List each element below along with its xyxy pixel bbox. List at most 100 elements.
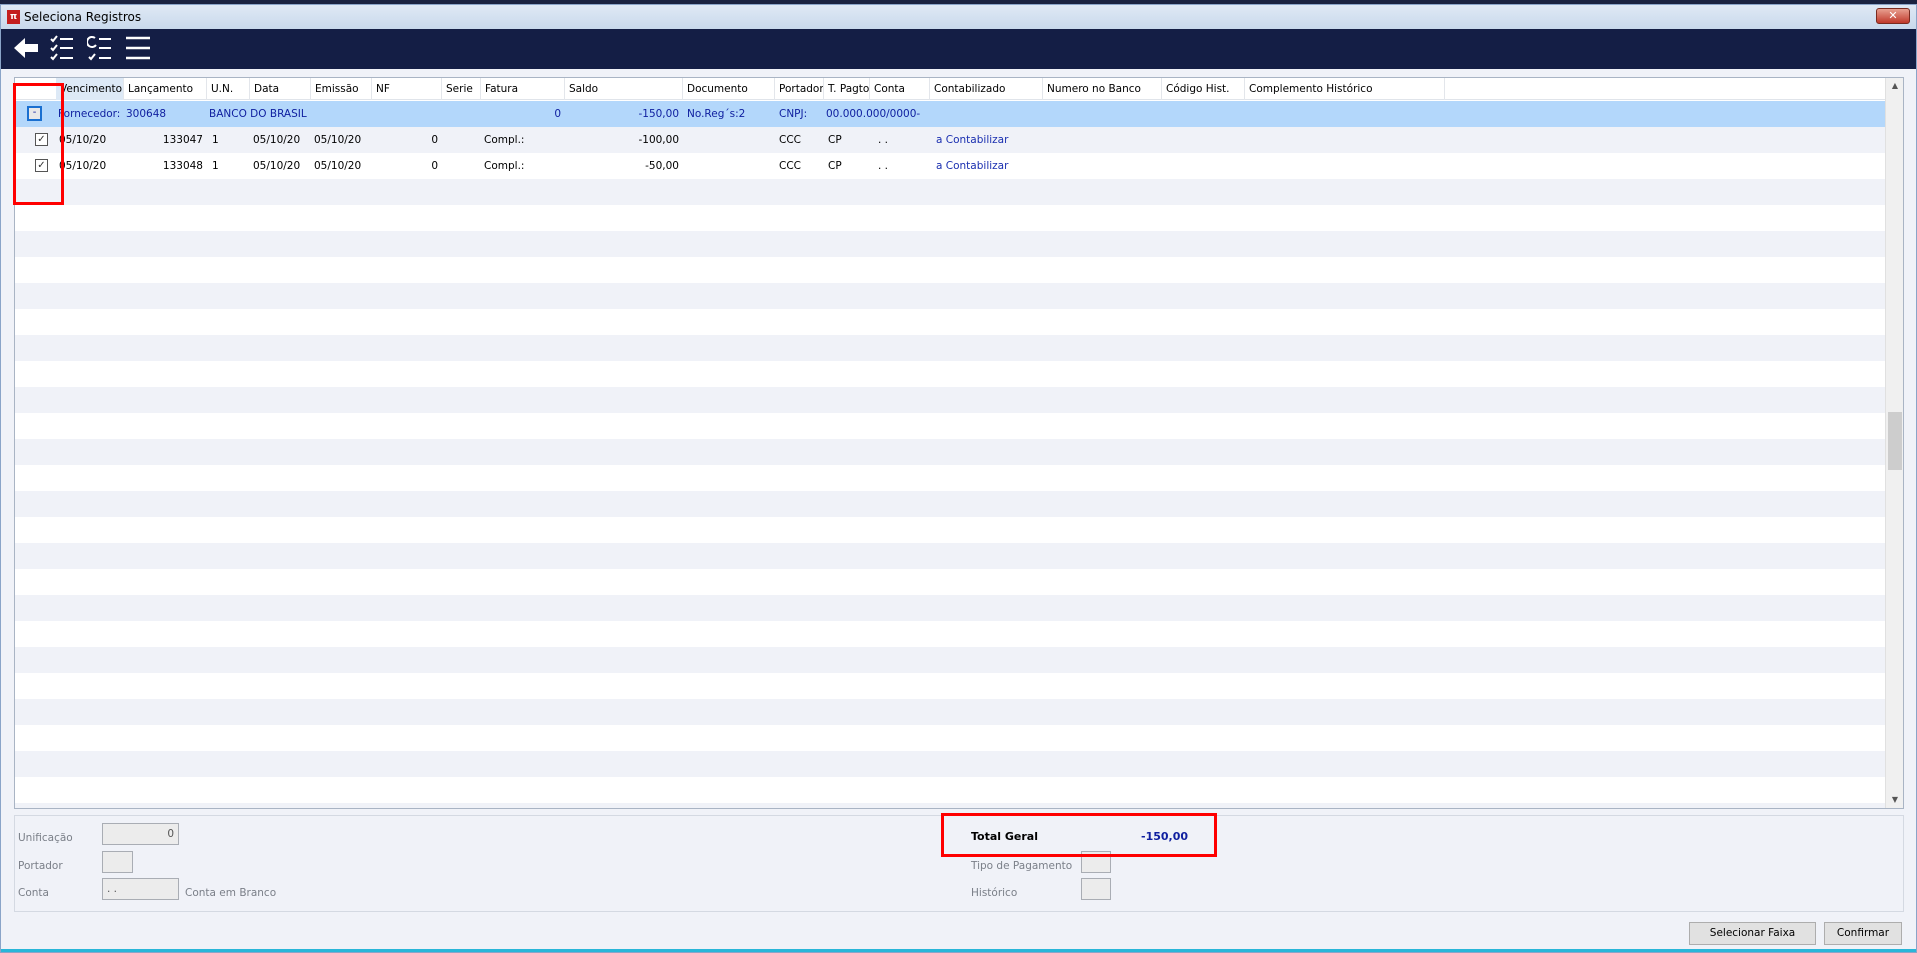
group-row[interactable]: - Fornecedor: 300648 BANCO DO BRASIL 0 -150,0… (15, 101, 1885, 127)
conta-input[interactable]: . . (102, 878, 179, 900)
empty-row (15, 725, 1885, 751)
row-checkbox[interactable]: ✓ (35, 159, 48, 172)
column-header[interactable]: Documento (683, 78, 775, 100)
grid-cell: a Contabilizar (936, 160, 1009, 172)
grid-cell: Compl.: (484, 160, 525, 172)
records-grid: Vencimento Lançamento U.N. Data Emissão NF Ser… (14, 77, 1904, 809)
vertical-scrollbar[interactable]: ▲ ▼ (1885, 78, 1903, 808)
column-header[interactable]: Conta (870, 78, 930, 100)
footer-panel (14, 815, 1904, 912)
confirmar-button[interactable]: Confirmar (1824, 922, 1902, 945)
empty-row (15, 361, 1885, 387)
empty-row (15, 803, 1885, 808)
column-header[interactable]: Código Hist. (1162, 78, 1245, 100)
collapse-group-toggle[interactable]: - (27, 106, 42, 121)
empty-row (15, 413, 1885, 439)
conta-em-branco-label: Conta em Branco (185, 887, 277, 899)
empty-row (15, 231, 1885, 257)
empty-row (15, 335, 1885, 361)
grid-cell: 05/10/20 (253, 134, 301, 146)
empty-row (15, 465, 1885, 491)
grid-cell: 1 (212, 134, 219, 146)
empty-row (15, 309, 1885, 335)
grid-cell: 05/10/20 (253, 160, 301, 172)
grid-cell: 00.000.000/0000- (826, 108, 921, 120)
column-header[interactable]: Complemento Histórico (1245, 78, 1445, 100)
empty-row (15, 595, 1885, 621)
grid-cell: CCC (779, 134, 801, 146)
scroll-thumb[interactable] (1888, 412, 1902, 470)
empty-row (15, 777, 1885, 803)
grid-cell: BANCO DO BRASIL (209, 108, 307, 120)
column-header[interactable]: Contabilizado (930, 78, 1043, 100)
unificacao-input[interactable]: 0 (102, 823, 179, 845)
title-bar: π Seleciona Registros ✕ (1, 5, 1916, 29)
toolbar (1, 29, 1916, 69)
tipo-pagamento-label: Tipo de Pagamento (971, 860, 1073, 872)
portador-input[interactable] (102, 851, 133, 873)
grid-cell: Compl.: (484, 134, 525, 146)
check-list-icon[interactable] (49, 33, 79, 63)
grid-cell: a Contabilizar (936, 134, 1009, 146)
column-header[interactable]: U.N. (207, 78, 250, 100)
close-button[interactable]: ✕ (1876, 8, 1910, 24)
back-icon[interactable] (11, 33, 41, 63)
grid-cell: No.Reg´s:2 (687, 108, 746, 120)
column-header[interactable]: Emissão (311, 78, 372, 100)
grid-cell: 0 (431, 134, 438, 146)
column-header[interactable]: Saldo (565, 78, 683, 100)
historico-label: Histórico (971, 887, 1018, 899)
empty-row (15, 673, 1885, 699)
scroll-up-icon[interactable]: ▲ (1886, 78, 1903, 94)
column-header[interactable]: T. Pagto (824, 78, 870, 100)
table-row[interactable]: ✓ 05/10/20 133047 1 05/10/20 05/10/20 0 Compl.:… (15, 127, 1885, 153)
column-header[interactable]: Data (250, 78, 311, 100)
empty-row (15, 179, 1885, 205)
grid-cell: 133047 (162, 134, 203, 146)
empty-row (15, 621, 1885, 647)
empty-row (15, 569, 1885, 595)
grid-cell: 05/10/20 (314, 134, 362, 146)
window: π Seleciona Registros ✕ Vencimento Lançam… (0, 4, 1917, 953)
grid-cell: CCC (779, 160, 801, 172)
historico-input[interactable] (1081, 878, 1111, 900)
unificacao-label: Unificação (18, 832, 73, 844)
total-geral-value: -150,00 (1141, 830, 1189, 843)
grid-cell: -150,00 (638, 108, 679, 120)
grid-cell: 1 (212, 160, 219, 172)
grid-cell: 05/10/20 (314, 160, 362, 172)
empty-row (15, 205, 1885, 231)
column-header[interactable]: Vencimento (56, 78, 124, 100)
empty-row (15, 439, 1885, 465)
column-header[interactable]: Portador (775, 78, 824, 100)
total-geral-label: Total Geral (971, 830, 1038, 843)
row-checkbox[interactable]: ✓ (35, 133, 48, 146)
empty-row (15, 647, 1885, 673)
column-header[interactable]: Lançamento (124, 78, 207, 100)
selecionar-faixa-button[interactable]: Selecionar Faixa (1689, 922, 1816, 945)
grid-cell: CNPJ: (779, 108, 808, 120)
column-header[interactable]: NF (372, 78, 442, 100)
tipo-pagamento-input[interactable] (1081, 851, 1111, 873)
grid-header: Vencimento Lançamento U.N. Data Emissão NF Ser… (15, 78, 1885, 100)
empty-row (15, 283, 1885, 309)
grid-cell: 0 (431, 160, 438, 172)
menu-icon[interactable] (123, 33, 153, 63)
column-header[interactable]: Fatura (481, 78, 565, 100)
refresh-list-icon[interactable] (86, 33, 117, 63)
grid-cell: 05/10/20 (59, 134, 107, 146)
window-bottom-border (1, 949, 1916, 952)
table-row[interactable]: ✓ 05/10/20 133048 1 05/10/20 05/10/20 0 Compl.:… (15, 153, 1885, 179)
column-header[interactable]: Serie (442, 78, 481, 100)
scroll-down-icon[interactable]: ▼ (1886, 792, 1903, 808)
grid-cell: 05/10/20 (59, 160, 107, 172)
window-title: Seleciona Registros (24, 10, 142, 24)
conta-label: Conta (18, 887, 49, 899)
grid-cell: . . (878, 160, 889, 172)
grid-cell: . . (878, 134, 889, 146)
empty-row (15, 491, 1885, 517)
column-header[interactable]: Numero no Banco (1043, 78, 1162, 100)
grid-cell: -50,00 (645, 160, 679, 172)
empty-row (15, 257, 1885, 283)
grid-cell: CP (828, 134, 842, 146)
